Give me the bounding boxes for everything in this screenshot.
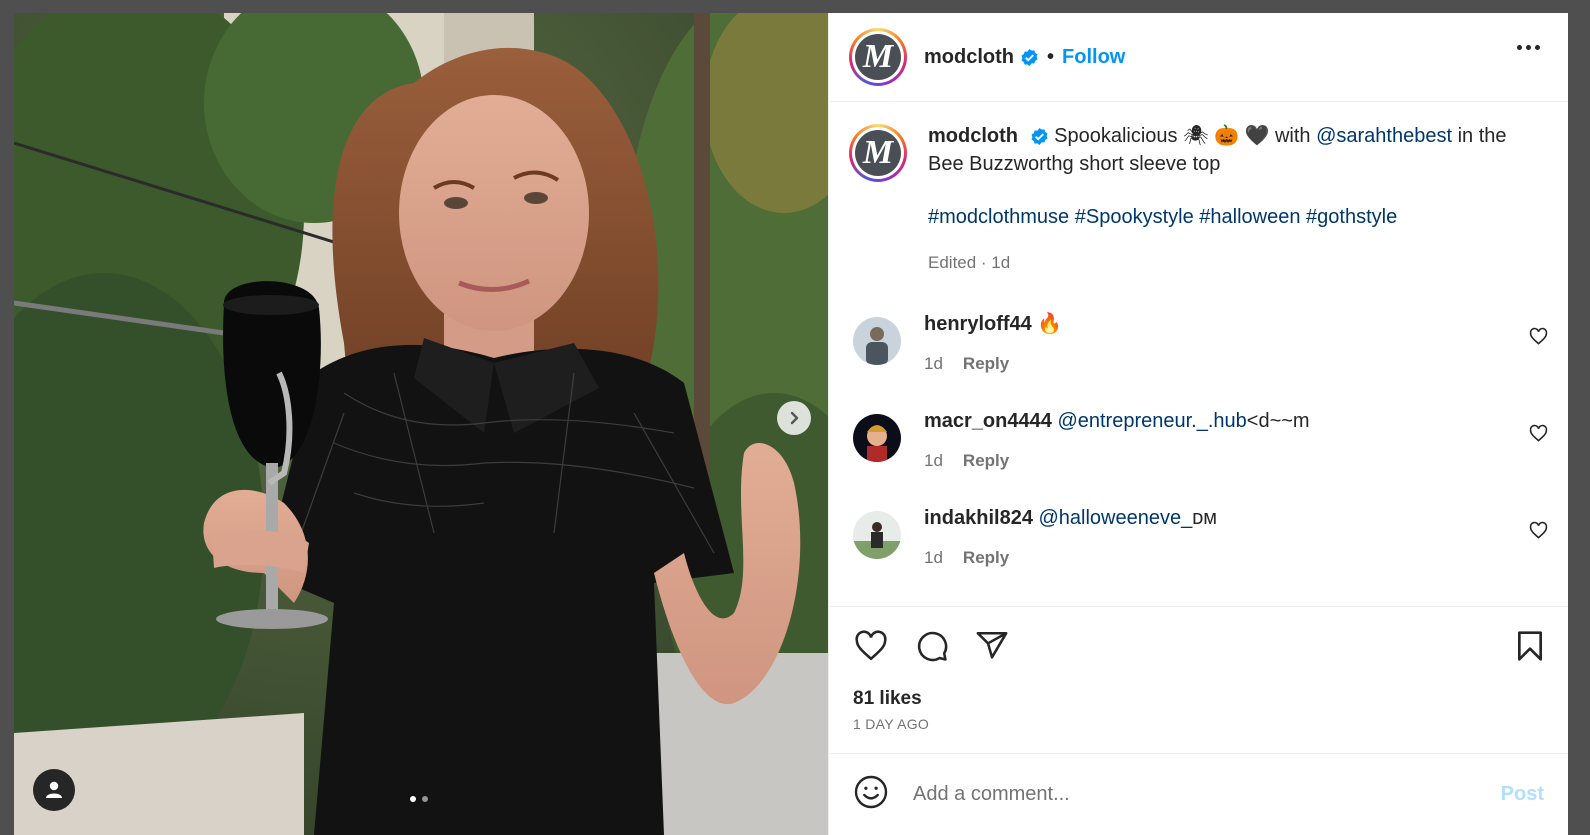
hashtag-link[interactable]: #modclothmuse (928, 206, 1069, 228)
post-photo (14, 13, 828, 835)
add-comment-bar: Post (829, 753, 1568, 835)
user-tag-icon (46, 781, 62, 798)
caption-username[interactable]: modcloth (928, 125, 1018, 147)
comment-text: <d~~m (1246, 410, 1310, 432)
next-image-button[interactable] (777, 401, 811, 435)
window-frame: M modcloth • Follow M modcloth Spookalic… (0, 0, 1590, 835)
comment-item: macr_on4444 @entrepreneur._.hub<d~~m 1d … (849, 408, 1548, 471)
bookmark-icon[interactable] (1514, 629, 1546, 668)
commenter-avatar[interactable] (853, 414, 901, 462)
verified-badge-icon (1020, 48, 1039, 67)
carousel-dot-2 (422, 796, 428, 802)
comment-icon[interactable] (915, 629, 949, 663)
hashtag-link[interactable]: #Spookystyle (1075, 206, 1194, 228)
post-comment-button[interactable]: Post (1501, 783, 1544, 806)
carousel-indicator (410, 796, 428, 802)
comment-like-heart-icon[interactable] (1529, 424, 1548, 448)
commenter-avatar[interactable] (853, 511, 901, 559)
post-actions: 81 likes 1 DAY AGO (829, 606, 1568, 753)
comment-input[interactable] (913, 783, 1501, 806)
post-media[interactable] (14, 13, 828, 835)
author-username[interactable]: modcloth (924, 46, 1014, 69)
comment-time: 1d (924, 451, 943, 470)
post-header: M modcloth • Follow (829, 13, 1568, 102)
comment-mention[interactable]: @halloweeneve_ (1039, 507, 1193, 529)
author-avatar[interactable]: M (849, 28, 907, 86)
hashtag-link[interactable]: #gothstyle (1306, 206, 1397, 228)
caption-author-avatar[interactable]: M (849, 124, 907, 182)
likes-count[interactable]: 81 likes (853, 688, 1548, 710)
verified-badge-icon (1030, 127, 1049, 146)
comment-text: ᴅᴍ (1192, 507, 1218, 529)
share-icon[interactable] (975, 629, 1009, 663)
comment-like-heart-icon[interactable] (1529, 521, 1548, 545)
caption-hashtags: #modclothmuse #Spookystyle #halloween #g… (928, 203, 1528, 231)
reply-button[interactable]: Reply (963, 451, 1009, 471)
comment-item: indakhil824 @halloweeneve_ᴅᴍ 1d Reply (849, 505, 1548, 568)
author-avatar-logo: M (855, 34, 901, 80)
comment-mention[interactable]: @entrepreneur._.hub (1057, 410, 1246, 432)
tagged-users-button[interactable] (33, 769, 75, 811)
emoji-icon[interactable] (853, 774, 889, 815)
caption-avatar-logo: M (855, 130, 901, 176)
caption-text-1: Spookalicious 🕷 🎃 🖤 with (1054, 125, 1311, 147)
follow-button[interactable]: Follow (1062, 46, 1125, 69)
chevron-right-icon (790, 411, 799, 425)
caption-edited-meta: Edited · 1d (928, 253, 1011, 272)
comment-username[interactable]: macr_on4444 (924, 410, 1052, 432)
comment-username[interactable]: henryloff44 (924, 313, 1032, 335)
header-separator: • (1047, 45, 1055, 68)
commenter-avatar[interactable] (853, 317, 901, 365)
reply-button[interactable]: Reply (963, 354, 1009, 374)
comment-list: henryloff44 🔥 1d Reply macr_on4444 @entr… (849, 311, 1548, 568)
post-date: 1 DAY AGO (853, 716, 930, 732)
reply-button[interactable]: Reply (963, 548, 1009, 568)
post-side-panel: M modcloth • Follow M modcloth Spookalic… (828, 13, 1568, 835)
heart-icon[interactable] (853, 629, 889, 663)
post-caption: M modcloth Spookalicious 🕷 🎃 🖤 with @sar… (849, 122, 1548, 277)
comment-like-heart-icon[interactable] (1529, 327, 1548, 351)
more-options-icon[interactable] (1517, 45, 1540, 50)
comment-username[interactable]: indakhil824 (924, 507, 1033, 529)
comment-text: 🔥 (1037, 313, 1063, 335)
comment-item: henryloff44 🔥 1d Reply (849, 311, 1548, 374)
post-modal: M modcloth • Follow M modcloth Spookalic… (14, 13, 1568, 835)
comments-section: M modcloth Spookalicious 🕷 🎃 🖤 with @sar… (829, 102, 1568, 606)
comment-time: 1d (924, 354, 943, 373)
caption-mention[interactable]: @sarahthebest (1316, 125, 1452, 147)
carousel-dot-1 (410, 796, 416, 802)
hashtag-link[interactable]: #halloween (1199, 206, 1300, 228)
comment-time: 1d (924, 548, 943, 567)
